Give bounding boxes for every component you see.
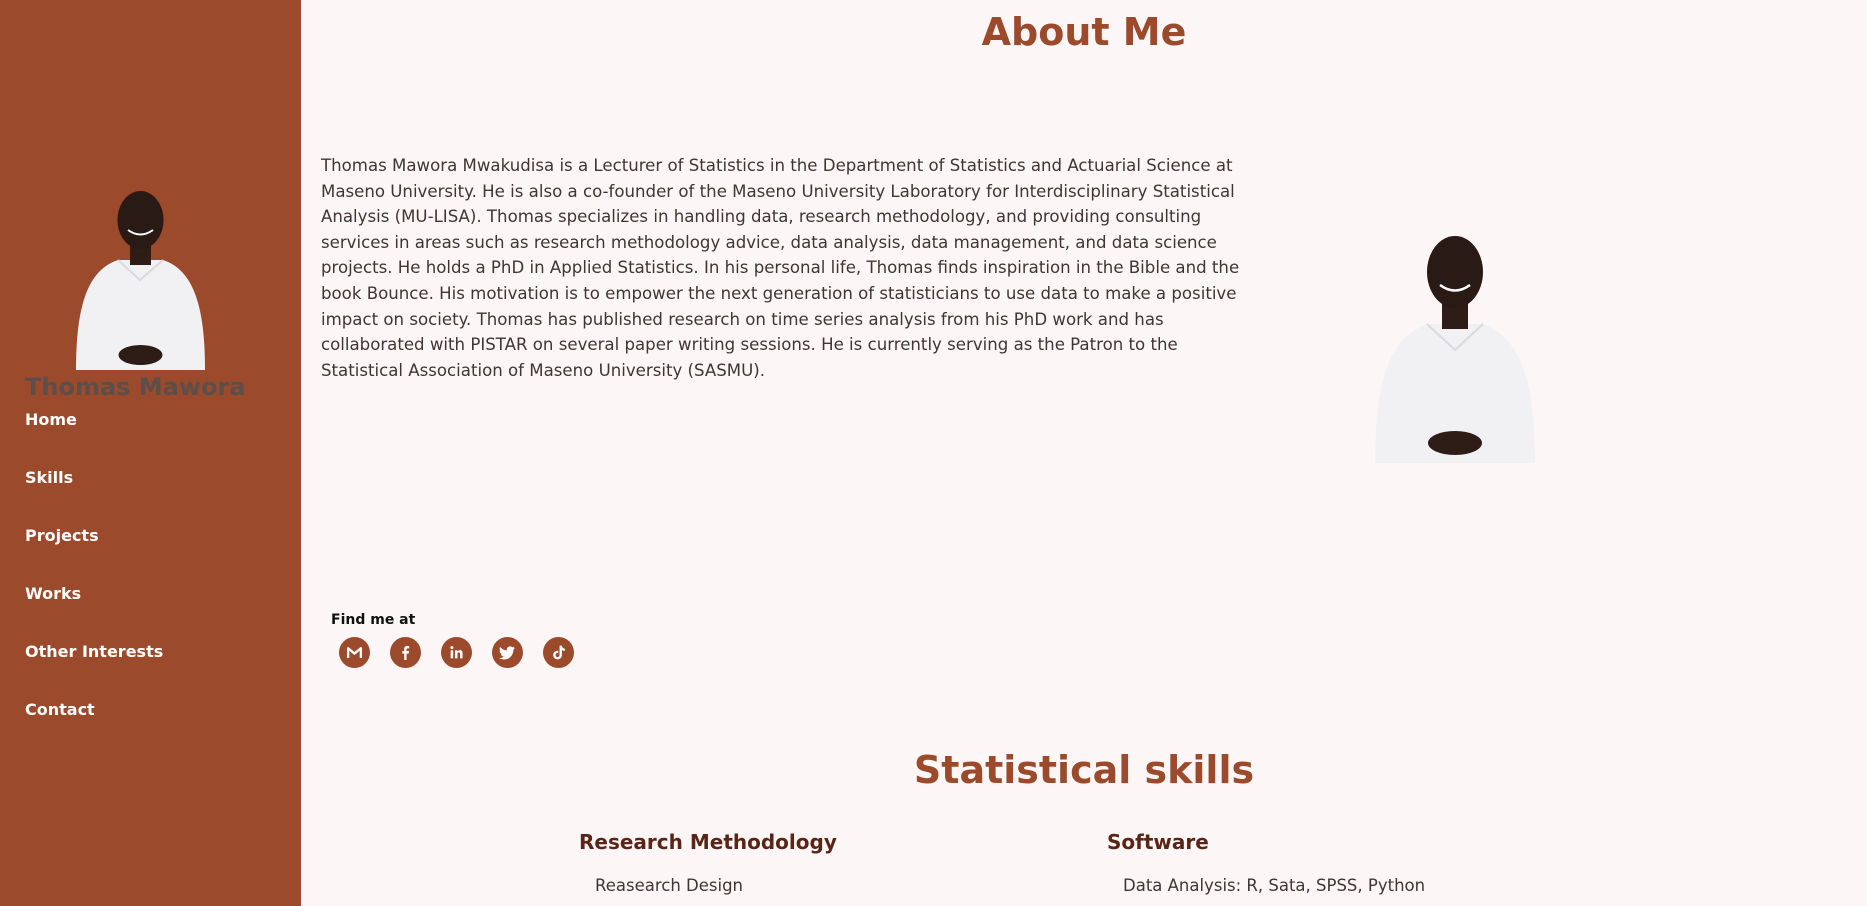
about-photo — [1375, 236, 1535, 463]
sidebar-name: Thomas Mawora — [25, 373, 246, 401]
tiktok-link[interactable] — [543, 637, 574, 668]
software-heading: Software — [1107, 830, 1209, 854]
nav-contact[interactable]: Contact — [25, 700, 163, 758]
gmail-link[interactable] — [339, 637, 370, 668]
linkedin-icon — [450, 646, 463, 659]
research-methodology-heading: Research Methodology — [579, 830, 837, 854]
sidebar: Thomas Mawora Home Skills Projects Works… — [0, 0, 301, 906]
about-title: About Me — [981, 10, 1187, 54]
profile-photo — [76, 191, 205, 370]
nav-menu: Home Skills Projects Works Other Interes… — [25, 410, 163, 758]
data-analysis-item: Data Analysis: R, Sata, SPSS, Python — [1123, 876, 1426, 895]
gmail-icon — [346, 647, 363, 658]
nav-skills[interactable]: Skills — [25, 468, 163, 526]
twitter-icon — [499, 646, 515, 660]
research-design-item: Reasearch Design — [595, 876, 744, 895]
about-text: Thomas Mawora Mwakudisa is a Lecturer of… — [321, 156, 1240, 380]
nav-home[interactable]: Home — [25, 410, 163, 468]
linkedin-link[interactable] — [441, 637, 472, 668]
facebook-link[interactable] — [390, 637, 421, 668]
tiktok-icon — [553, 645, 565, 660]
nav-other-interests[interactable]: Other Interests — [25, 642, 163, 700]
twitter-link[interactable] — [492, 637, 523, 668]
skills-title: Statistical skills — [913, 748, 1255, 792]
find-me-label: Find me at — [331, 612, 416, 628]
nav-works[interactable]: Works — [25, 584, 163, 642]
social-links — [339, 637, 574, 668]
nav-projects[interactable]: Projects — [25, 526, 163, 584]
facebook-icon — [402, 645, 410, 660]
